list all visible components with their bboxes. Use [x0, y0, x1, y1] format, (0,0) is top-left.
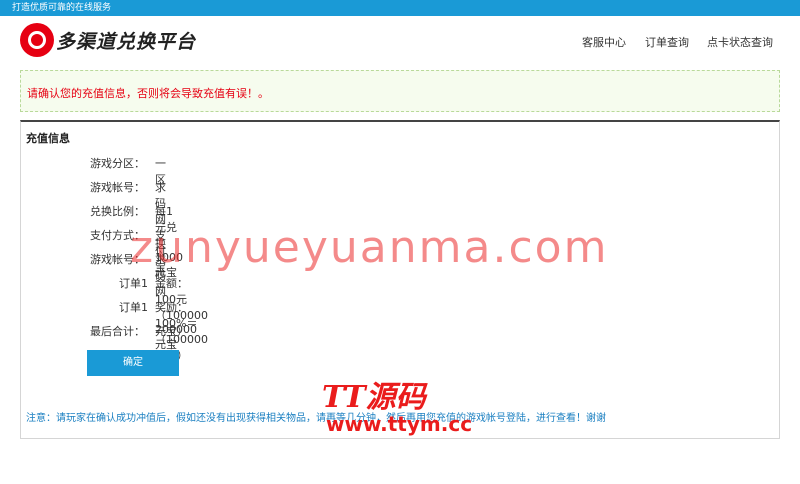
row-label: 兑换比例： [90, 205, 145, 218]
row-label: 订单1 [119, 301, 148, 314]
panel-title: 充值信息 [26, 132, 70, 145]
watermark-logo: TT源码 [322, 380, 426, 415]
row-label: 游戏分区： [90, 157, 145, 170]
watermark-domain: zunyueyuanma.com [130, 222, 609, 273]
top-banner: 打造优质可靠的在线服务 [0, 0, 800, 16]
confirm-button[interactable]: 确定 [87, 350, 179, 376]
notice-text: 请确认您的充值信息，否则将会导致充值有误！。 [27, 87, 269, 100]
row-label: 游戏帐号： [90, 181, 145, 194]
row-value: 200000元宝 [155, 323, 197, 351]
row-label: 最后合计： [90, 325, 145, 338]
row-label: 订单1 [119, 277, 148, 290]
site-logo[interactable]: 多渠道兑换平台 [20, 22, 196, 58]
watermark-url: www.ttym.cc [326, 412, 473, 436]
confirm-notice: 请确认您的充值信息，否则将会导致充值有误！。 [20, 70, 780, 112]
logo-text: 多渠道兑换平台 [56, 30, 197, 53]
nav-customer-service[interactable]: 客服中心 [582, 34, 626, 50]
nav-order-query[interactable]: 订单查询 [645, 34, 689, 50]
notice-footer: 注意：请玩家在确认成功冲值后，假如还没有出现获得相关物品，请再等几分钟，然后再用… [26, 413, 606, 424]
nav-card-status-query[interactable]: 点卡状态查询 [707, 34, 773, 50]
logo-mark-icon [20, 23, 54, 57]
slogan: 打造优质可靠的在线服务 [12, 3, 112, 13]
